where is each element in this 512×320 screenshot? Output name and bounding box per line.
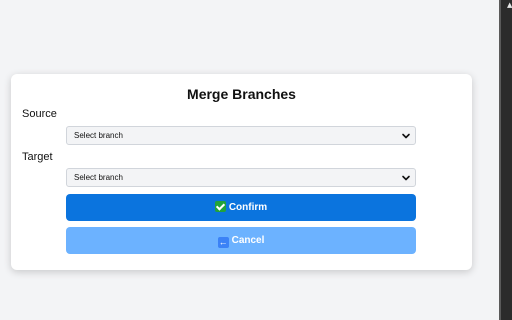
back-arrow-icon: ← (217, 237, 229, 248)
target-branch-select[interactable]: Select branch (66, 168, 416, 187)
target-label: Target (22, 151, 53, 163)
page: Merge Branches Source Select branch Targ… (0, 0, 499, 320)
scrollbar-edge (499, 0, 501, 320)
chevron-down-icon (402, 175, 410, 181)
chevron-down-icon (402, 133, 410, 139)
source-selected-value: Select branch (74, 131, 123, 140)
dialog-title: Merge Branches (187, 86, 296, 102)
target-selected-value: Select branch (74, 173, 123, 182)
confirm-button[interactable]: Confirm (66, 194, 416, 221)
confirm-button-label: Confirm (228, 202, 268, 213)
merge-dialog: Merge Branches Source Select branch Targ… (11, 74, 472, 270)
source-branch-select[interactable]: Select branch (66, 126, 416, 145)
cancel-button[interactable]: ← Cancel (66, 227, 416, 254)
window-scrollbar[interactable]: ▲ (499, 0, 512, 320)
source-label: Source (22, 108, 57, 120)
check-mark-button-icon (214, 201, 226, 212)
scroll-up-icon[interactable]: ▲ (507, 2, 512, 9)
cancel-button-label: Cancel (231, 235, 265, 246)
